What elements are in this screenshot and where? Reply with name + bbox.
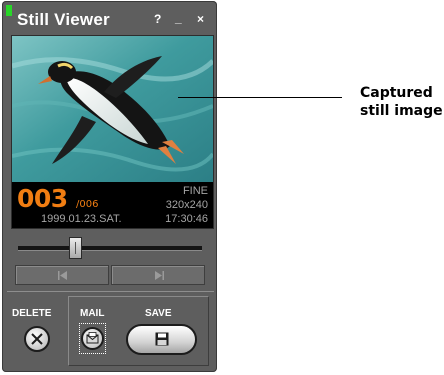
figure-stage: Still Viewer ? _ × 003 /006 FINE 320x240… bbox=[0, 0, 444, 375]
status-led-icon bbox=[6, 5, 12, 16]
still-viewer-window: Still Viewer ? _ × 003 /006 FINE 320x240… bbox=[2, 1, 217, 372]
image-display: 003 /006 FINE 320x240 1999.01.23.SAT. 17… bbox=[11, 35, 214, 229]
title-bar[interactable]: Still Viewer ? _ × bbox=[2, 1, 217, 34]
callout-line-1: Captured bbox=[360, 85, 433, 101]
callout-line-2: still image bbox=[360, 103, 443, 119]
callout-line bbox=[178, 97, 342, 98]
close-button[interactable]: × bbox=[197, 13, 204, 25]
next-frame-button[interactable] bbox=[111, 265, 205, 285]
skip-previous-icon bbox=[58, 271, 67, 280]
delete-button[interactable] bbox=[24, 326, 50, 352]
save-button[interactable] bbox=[126, 324, 197, 355]
delete-label: DELETE bbox=[12, 308, 52, 319]
mail-icon bbox=[86, 332, 99, 344]
capture-time: 17:30:46 bbox=[165, 213, 208, 225]
mail-button[interactable] bbox=[79, 323, 106, 354]
penguin-photo bbox=[12, 36, 213, 182]
divider bbox=[7, 291, 214, 292]
callout-label: Captured still image bbox=[360, 84, 443, 120]
save-label: SAVE bbox=[145, 308, 172, 319]
quality-label: FINE bbox=[182, 185, 208, 197]
capture-date: 1999.01.23.SAT. bbox=[41, 213, 122, 225]
help-button[interactable]: ? bbox=[154, 13, 161, 25]
resolution-label: 320x240 bbox=[165, 199, 208, 211]
window-title: Still Viewer bbox=[17, 10, 110, 29]
floppy-disk-icon bbox=[155, 332, 169, 346]
mail-button-face[interactable] bbox=[81, 327, 104, 350]
close-circle-icon bbox=[31, 333, 43, 345]
previous-frame-button[interactable] bbox=[15, 265, 109, 285]
skip-next-icon bbox=[155, 271, 164, 280]
frame-step-controls bbox=[15, 265, 205, 285]
frame-number: 003 bbox=[17, 184, 68, 213]
minimize-button[interactable]: _ bbox=[175, 12, 182, 24]
mail-label: MAIL bbox=[80, 308, 105, 319]
slider-track[interactable] bbox=[18, 246, 202, 251]
captured-still-image bbox=[12, 36, 213, 182]
frame-total: /006 bbox=[76, 199, 99, 210]
slider-thumb[interactable] bbox=[69, 237, 82, 259]
image-info-panel: 003 /006 FINE 320x240 1999.01.23.SAT. 17… bbox=[12, 182, 213, 228]
frame-slider[interactable] bbox=[18, 237, 202, 259]
